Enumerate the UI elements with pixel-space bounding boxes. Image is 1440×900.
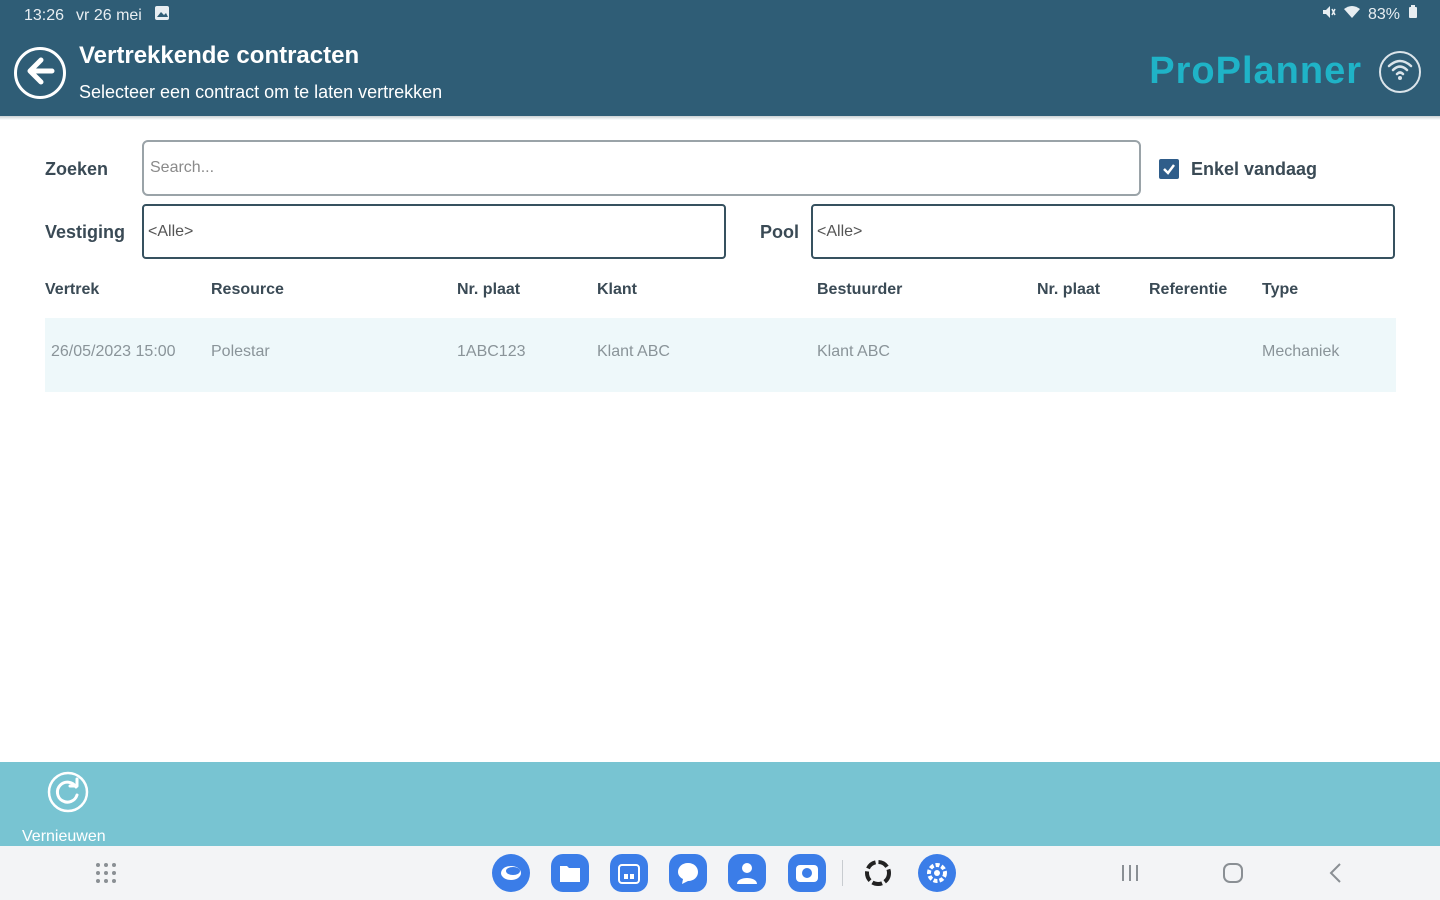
header-shadow <box>0 116 1440 120</box>
bottom-action-bar: Vernieuwen <box>0 762 1440 846</box>
column-header-departure: Vertrek <box>45 281 100 298</box>
status-bar: 13:26 vr 26 mei 83% <box>0 0 1440 30</box>
cell-departure: 26/05/2023 15:00 <box>51 343 176 360</box>
branch-select[interactable]: <Alle> <box>142 204 726 259</box>
wifi-icon <box>1387 58 1413 87</box>
today-only-label[interactable]: Enkel vandaag <box>1191 159 1317 180</box>
settings-app-icon[interactable] <box>918 854 956 892</box>
search-label: Zoeken <box>45 159 109 179</box>
back-nav-icon[interactable] <box>1323 860 1349 886</box>
cell-customer: Klant ABC <box>597 343 670 360</box>
wifi-status-icon <box>1343 5 1360 24</box>
files-app-icon[interactable] <box>551 854 589 892</box>
gallery-icon <box>154 5 170 26</box>
page-subtitle: Selecteer een contract om te laten vertr… <box>79 82 443 102</box>
system-navigation-bar <box>0 846 1440 900</box>
mute-icon <box>1322 5 1336 24</box>
today-only-checkbox[interactable] <box>1159 159 1179 179</box>
cell-resource: Polestar <box>211 343 270 360</box>
app-drawer-icon[interactable] <box>93 860 119 886</box>
refresh-button[interactable]: Vernieuwen <box>22 768 114 845</box>
pool-label: Pool <box>760 222 799 242</box>
home-nav-icon[interactable] <box>1220 860 1246 886</box>
calendar-app-icon[interactable] <box>610 854 648 892</box>
page-title: Vertrekkende contracten <box>79 42 360 69</box>
back-arrow-icon <box>25 56 55 91</box>
cell-type: Mechaniek <box>1262 343 1340 360</box>
column-header-reference: Referentie <box>1149 281 1228 298</box>
pool-select[interactable]: <Alle> <box>811 204 1395 259</box>
table-row[interactable]: 26/05/2023 15:00 Polestar 1ABC123 Klant … <box>45 318 1396 392</box>
back-button[interactable] <box>14 47 66 99</box>
recents-nav-icon[interactable] <box>1117 860 1143 886</box>
status-date: vr 26 mei <box>76 6 142 24</box>
cell-driver: Klant ABC <box>817 343 890 360</box>
contacts-app-icon[interactable] <box>728 854 766 892</box>
refresh-icon <box>46 770 90 814</box>
battery-icon <box>1408 5 1418 24</box>
column-header-plate: Nr. plaat <box>457 281 521 298</box>
column-header-customer: Klant <box>597 281 637 298</box>
internet-app-icon[interactable] <box>492 854 530 892</box>
battery-text: 83% <box>1367 5 1400 23</box>
refresh-label: Vernieuwen <box>22 828 106 845</box>
branch-label: Vestiging <box>45 222 126 242</box>
messages-app-icon[interactable] <box>669 854 707 892</box>
app-header: Vertrekkende contracten Selecteer een co… <box>0 30 1440 116</box>
column-header-plate-2: Nr. plaat <box>1037 281 1101 298</box>
column-header-driver: Bestuurder <box>817 281 903 298</box>
connection-button[interactable] <box>1379 51 1421 93</box>
taskbar-divider <box>842 860 843 886</box>
column-header-type: Type <box>1262 281 1299 298</box>
column-header-resource: Resource <box>211 281 284 298</box>
search-input[interactable] <box>142 140 1141 196</box>
camera-app-icon[interactable] <box>788 854 826 892</box>
cell-plate: 1ABC123 <box>457 343 526 360</box>
recent-app-icon[interactable] <box>863 858 893 888</box>
status-time: 13:26 <box>24 6 65 24</box>
brand-logo: ProPlanner <box>1149 50 1362 92</box>
